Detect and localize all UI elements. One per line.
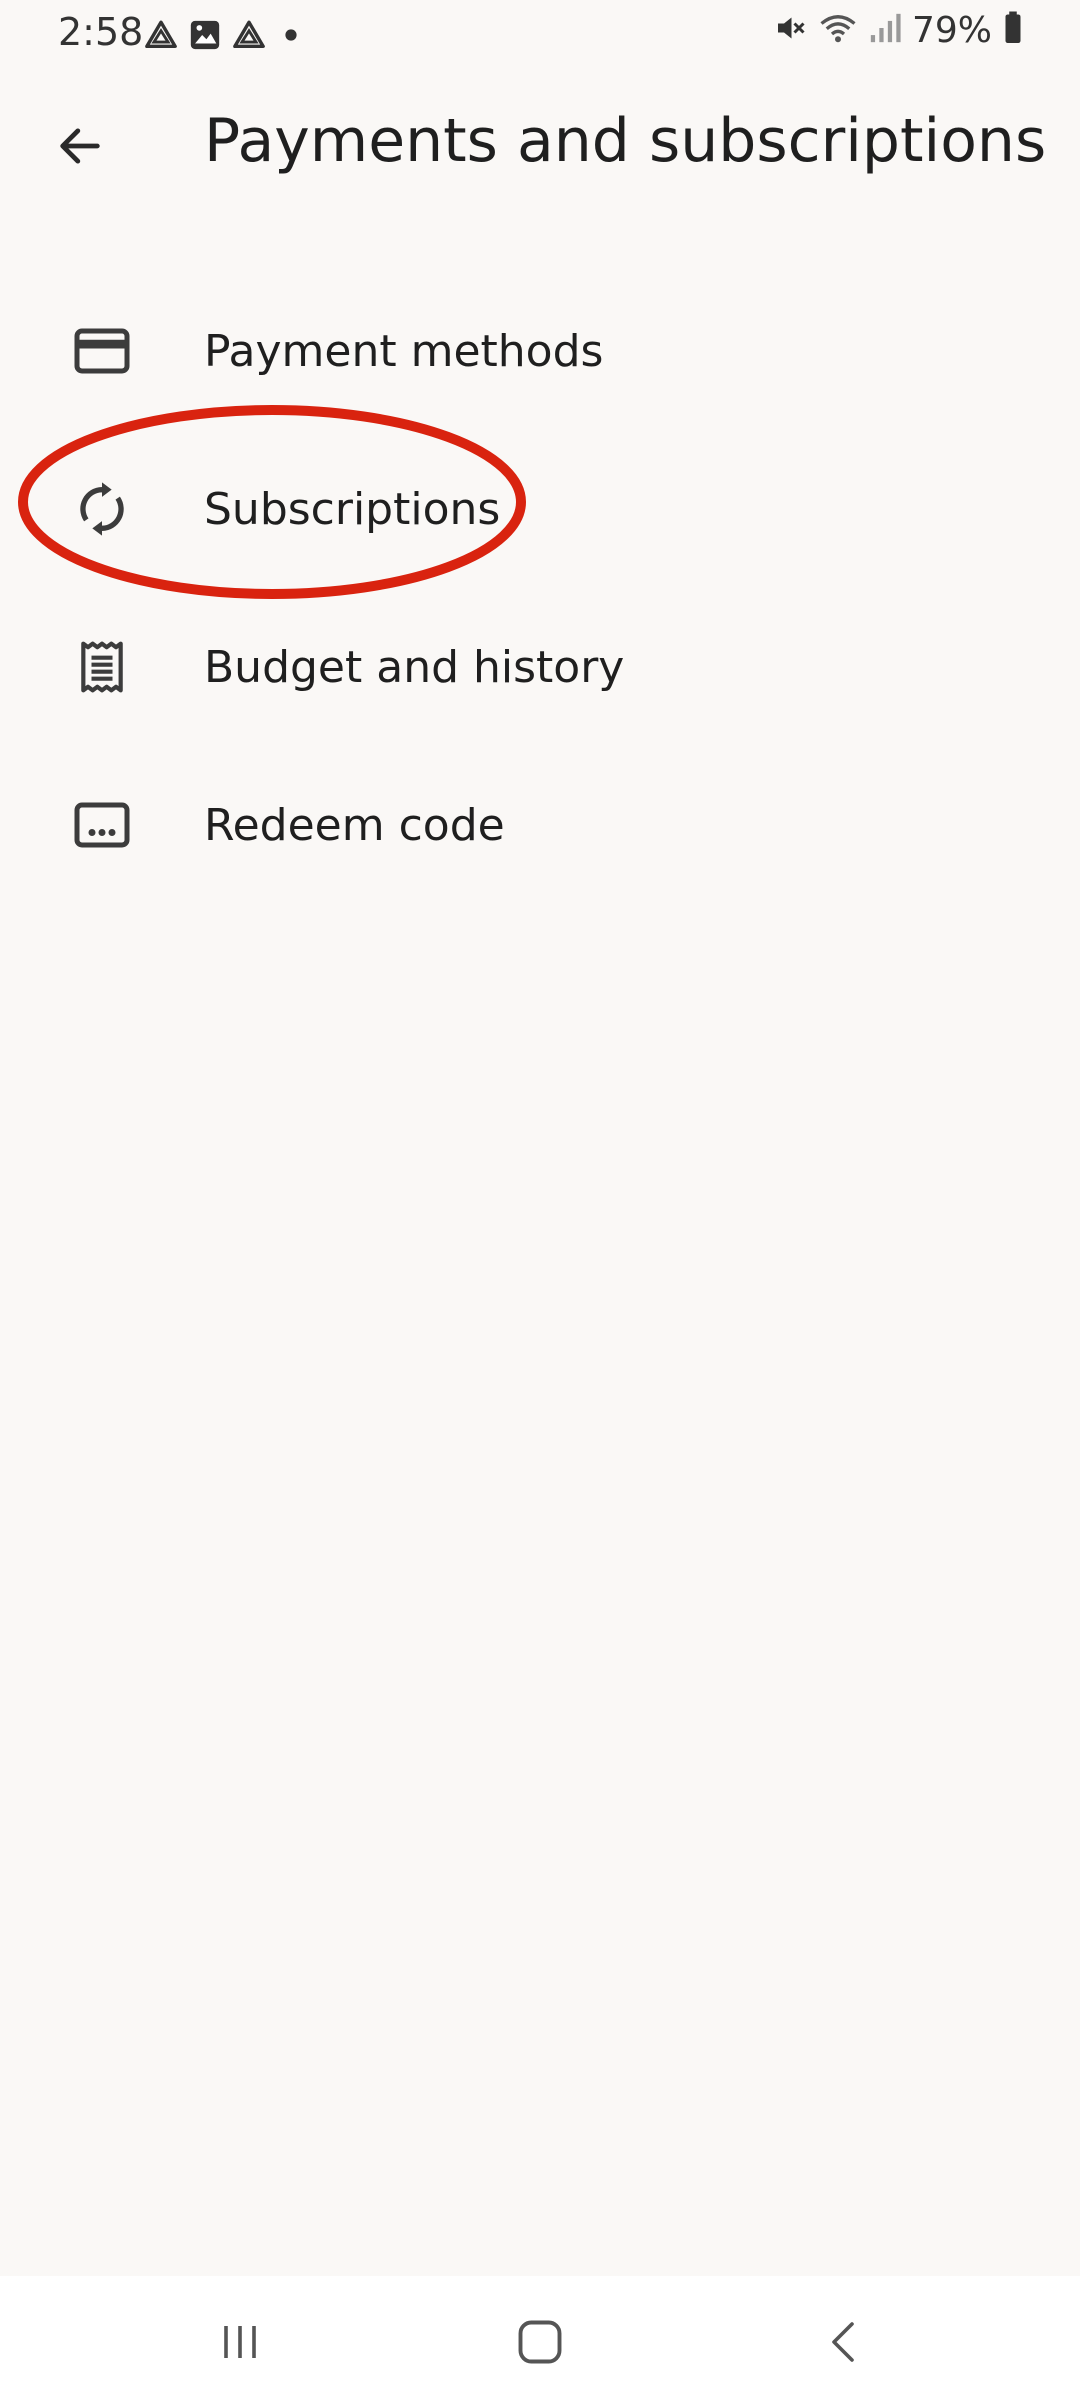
menu-item-redeem-code[interactable]: Redeem code (0, 746, 1080, 904)
menu-item-subscriptions[interactable]: Subscriptions (0, 430, 1080, 588)
payments-menu: Payment methods Subscriptions Budget and… (0, 272, 1080, 904)
sync-icon (66, 473, 138, 545)
menu-item-payment-methods[interactable]: Payment methods (0, 272, 1080, 430)
menu-item-label: Redeem code (204, 799, 505, 851)
menu-item-budget-and-history[interactable]: Budget and history (0, 588, 1080, 746)
status-notification-icons (144, 18, 298, 57)
status-system-icons: 79% (772, 10, 1024, 51)
home-button[interactable] (500, 2302, 580, 2382)
menu-item-label: Subscriptions (204, 483, 501, 535)
arrow-left-icon (60, 128, 100, 164)
menu-item-label: Payment methods (204, 325, 604, 377)
recents-icon (224, 2326, 256, 2358)
mute-icon (772, 10, 808, 51)
page-title: Payments and subscriptions (204, 106, 1047, 176)
dot-icon (284, 28, 298, 47)
nav-back-button[interactable] (804, 2302, 884, 2382)
wifi-icon (818, 10, 858, 51)
image-icon (188, 18, 222, 57)
status-bar: 2:58 79% (0, 0, 1080, 72)
recents-button[interactable] (200, 2302, 280, 2382)
redeem-code-icon (66, 789, 138, 861)
back-button[interactable] (44, 110, 116, 182)
drive-icon (232, 18, 266, 57)
credit-card-icon (66, 315, 138, 387)
battery-percent: 79% (911, 10, 992, 51)
status-time: 2:58 (58, 10, 144, 54)
back-icon (832, 2322, 854, 2362)
drive-icon (144, 18, 178, 57)
battery-icon (1002, 10, 1024, 51)
signal-icon (868, 11, 902, 50)
menu-item-label: Budget and history (204, 641, 625, 693)
receipt-icon (66, 631, 138, 703)
system-nav-bar (0, 2276, 1080, 2408)
app-header: Payments and subscriptions (0, 96, 1080, 196)
home-icon (518, 2320, 562, 2364)
